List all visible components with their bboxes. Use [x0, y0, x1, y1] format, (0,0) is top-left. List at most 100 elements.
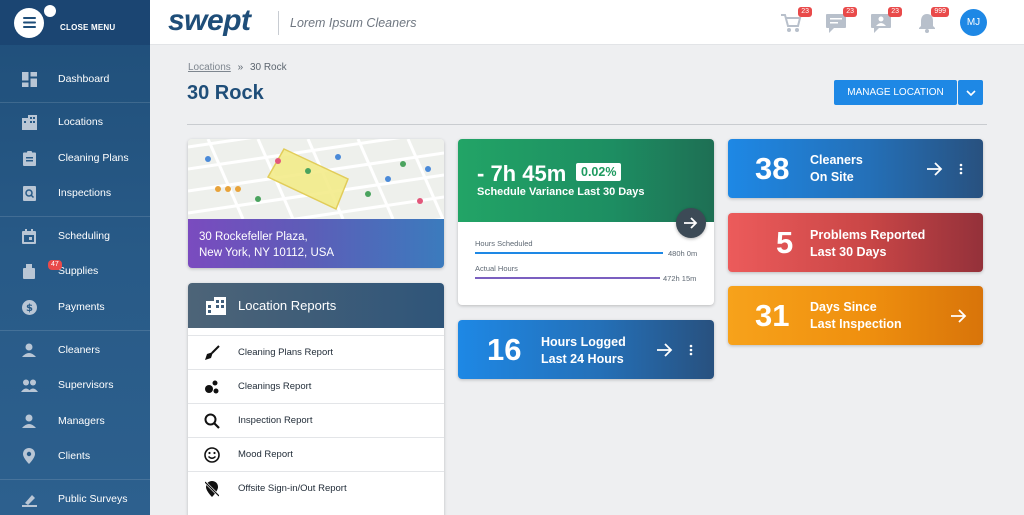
- sidebar-item-label: Supervisors: [58, 379, 114, 391]
- sidebar-item-cleaners[interactable]: Cleaners: [0, 337, 150, 363]
- close-menu-button[interactable]: [14, 4, 56, 38]
- sidebar-item-supplies[interactable]: 47 Supplies: [0, 258, 150, 284]
- sidebar-item-payments[interactable]: $ Payments: [0, 294, 150, 320]
- arrow-right-icon[interactable]: [951, 309, 967, 323]
- actual-hours-label: Actual Hours: [475, 264, 518, 273]
- cleaners-line1: Cleaners: [810, 153, 863, 167]
- variance-header: - 7h 45m 0.02% Schedule Variance Last 30…: [458, 139, 714, 222]
- bubbles-icon: [204, 379, 220, 395]
- hours-logged-card[interactable]: 16 Hours Logged Last 24 Hours: [458, 320, 714, 379]
- more-options-icon[interactable]: [959, 163, 963, 175]
- sidebar-header: CLOSE MENU: [0, 0, 150, 45]
- report-cleaning-plans[interactable]: Cleaning Plans Report: [188, 335, 444, 369]
- address-line-1: 30 Rockefeller Plaza,: [199, 231, 308, 243]
- smiley-icon: [204, 446, 220, 463]
- hours-scheduled-label: Hours Scheduled: [475, 239, 533, 248]
- cart-button[interactable]: 23: [780, 7, 812, 33]
- sidebar-item-label: Clients: [58, 450, 91, 462]
- cleaners-on-site-card[interactable]: 38 Cleaners On Site: [728, 139, 983, 198]
- location-address: 30 Rockefeller Plaza, New York, NY 10112…: [188, 219, 444, 268]
- more-options-icon[interactable]: [689, 344, 693, 356]
- report-offsite-sign-in-out[interactable]: Offsite Sign-in/Out Report: [188, 471, 444, 505]
- breadcrumb-locations-link[interactable]: Locations: [188, 62, 231, 73]
- location-pin-icon: [20, 447, 38, 465]
- actual-hours-bar: [475, 277, 660, 279]
- cart-badge: 23: [798, 7, 812, 17]
- breadcrumb-separator: »: [237, 62, 244, 73]
- sidebar-item-managers[interactable]: Managers: [0, 408, 150, 434]
- supplies-icon: 47: [20, 260, 62, 280]
- notifications-button[interactable]: 999: [917, 7, 949, 33]
- schedule-variance-card: - 7h 45m 0.02% Schedule Variance Last 30…: [458, 139, 714, 305]
- hours-logged-line1: Hours Logged: [541, 335, 626, 349]
- days-since-line1: Days Since: [810, 300, 877, 314]
- title-divider: [187, 124, 987, 125]
- sidebar-divider: [0, 479, 150, 480]
- sidebar-item-clients[interactable]: Clients: [0, 443, 150, 469]
- days-since-inspection-card[interactable]: 31 Days Since Last Inspection: [728, 286, 983, 345]
- hours-scheduled-value: 480h 0m: [668, 249, 698, 258]
- cleaners-line2: On Site: [810, 170, 854, 184]
- dollar-icon: $: [20, 298, 38, 316]
- sidebar-item-dashboard[interactable]: Dashboard: [0, 66, 150, 92]
- location-off-icon: [204, 480, 220, 497]
- clipboard-icon: [20, 149, 38, 167]
- sidebar-item-supervisors[interactable]: Supervisors: [0, 372, 150, 398]
- variance-details-button[interactable]: [676, 208, 706, 238]
- chat-badge: 23: [843, 7, 857, 17]
- report-label: Inspection Report: [238, 415, 313, 426]
- manager-icon: [20, 412, 38, 430]
- user-avatar[interactable]: MJ: [960, 9, 987, 36]
- sidebar-item-label: Locations: [58, 116, 103, 128]
- problems-number: 5: [776, 225, 794, 260]
- sidebar-item-label: Supplies: [58, 265, 99, 277]
- sidebar-divider: [0, 102, 150, 103]
- report-label: Cleanings Report: [238, 381, 312, 392]
- hours-scheduled-bar: [475, 252, 663, 254]
- location-reports-header: Location Reports: [188, 283, 444, 328]
- person-icon: [20, 341, 38, 359]
- report-mood[interactable]: Mood Report: [188, 437, 444, 471]
- sidebar-item-cleaning-plans[interactable]: Cleaning Plans: [0, 145, 150, 171]
- manage-location-button[interactable]: MANAGE LOCATION: [834, 80, 957, 105]
- location-map[interactable]: [188, 139, 444, 259]
- variance-percent-badge: 0.02%: [576, 163, 622, 181]
- location-map-card[interactable]: 30 Rockefeller Plaza, New York, NY 10112…: [188, 139, 444, 268]
- arrow-right-icon[interactable]: [657, 343, 673, 357]
- sidebar-item-locations[interactable]: Locations: [0, 109, 150, 135]
- report-label: Mood Report: [238, 449, 293, 460]
- magnifier-icon: [204, 413, 220, 429]
- page-title: 30 Rock: [187, 82, 264, 104]
- sidebar-item-public-surveys[interactable]: Public Surveys: [0, 486, 150, 512]
- people-icon: [20, 376, 38, 394]
- svg-text:$: $: [26, 303, 33, 314]
- sidebar-item-label: Scheduling: [58, 230, 110, 242]
- inspection-icon: [20, 184, 38, 202]
- swept-logo[interactable]: swept: [168, 4, 251, 38]
- problems-label: Problems Reported Last 30 Days: [810, 227, 925, 261]
- problems-line2: Last 30 Days: [810, 245, 887, 259]
- problems-line1: Problems Reported: [810, 228, 926, 242]
- report-inspection[interactable]: Inspection Report: [188, 403, 444, 437]
- cleaners-label: Cleaners On Site: [810, 152, 863, 186]
- problems-reported-card[interactable]: 5 Problems Reported Last 30 Days: [728, 213, 983, 272]
- menu-dot-icon: [44, 4, 56, 17]
- sidebar-item-scheduling[interactable]: Scheduling: [0, 223, 150, 249]
- hours-logged-number: 16: [487, 332, 522, 367]
- supplies-badge: 47: [48, 260, 62, 270]
- logo-divider: [278, 11, 279, 35]
- chat-button[interactable]: 23: [825, 7, 857, 33]
- manage-location-dropdown[interactable]: [958, 80, 983, 105]
- messages-badge: 23: [888, 7, 902, 17]
- top-bar: swept Lorem Ipsum Cleaners 23 23 23 999 …: [150, 0, 1024, 45]
- arrow-right-icon[interactable]: [927, 162, 943, 176]
- company-name: Lorem Ipsum Cleaners: [290, 16, 417, 30]
- close-menu-label[interactable]: CLOSE MENU: [60, 23, 115, 32]
- report-label: Offsite Sign-in/Out Report: [238, 483, 347, 494]
- sidebar-item-label: Inspections: [58, 187, 112, 199]
- report-cleanings[interactable]: Cleanings Report: [188, 369, 444, 403]
- broom-icon: [204, 344, 220, 361]
- messages-button[interactable]: 23: [870, 7, 902, 33]
- sidebar-item-inspections[interactable]: Inspections: [0, 180, 150, 206]
- sidebar-item-label: Cleaning Plans: [58, 152, 129, 164]
